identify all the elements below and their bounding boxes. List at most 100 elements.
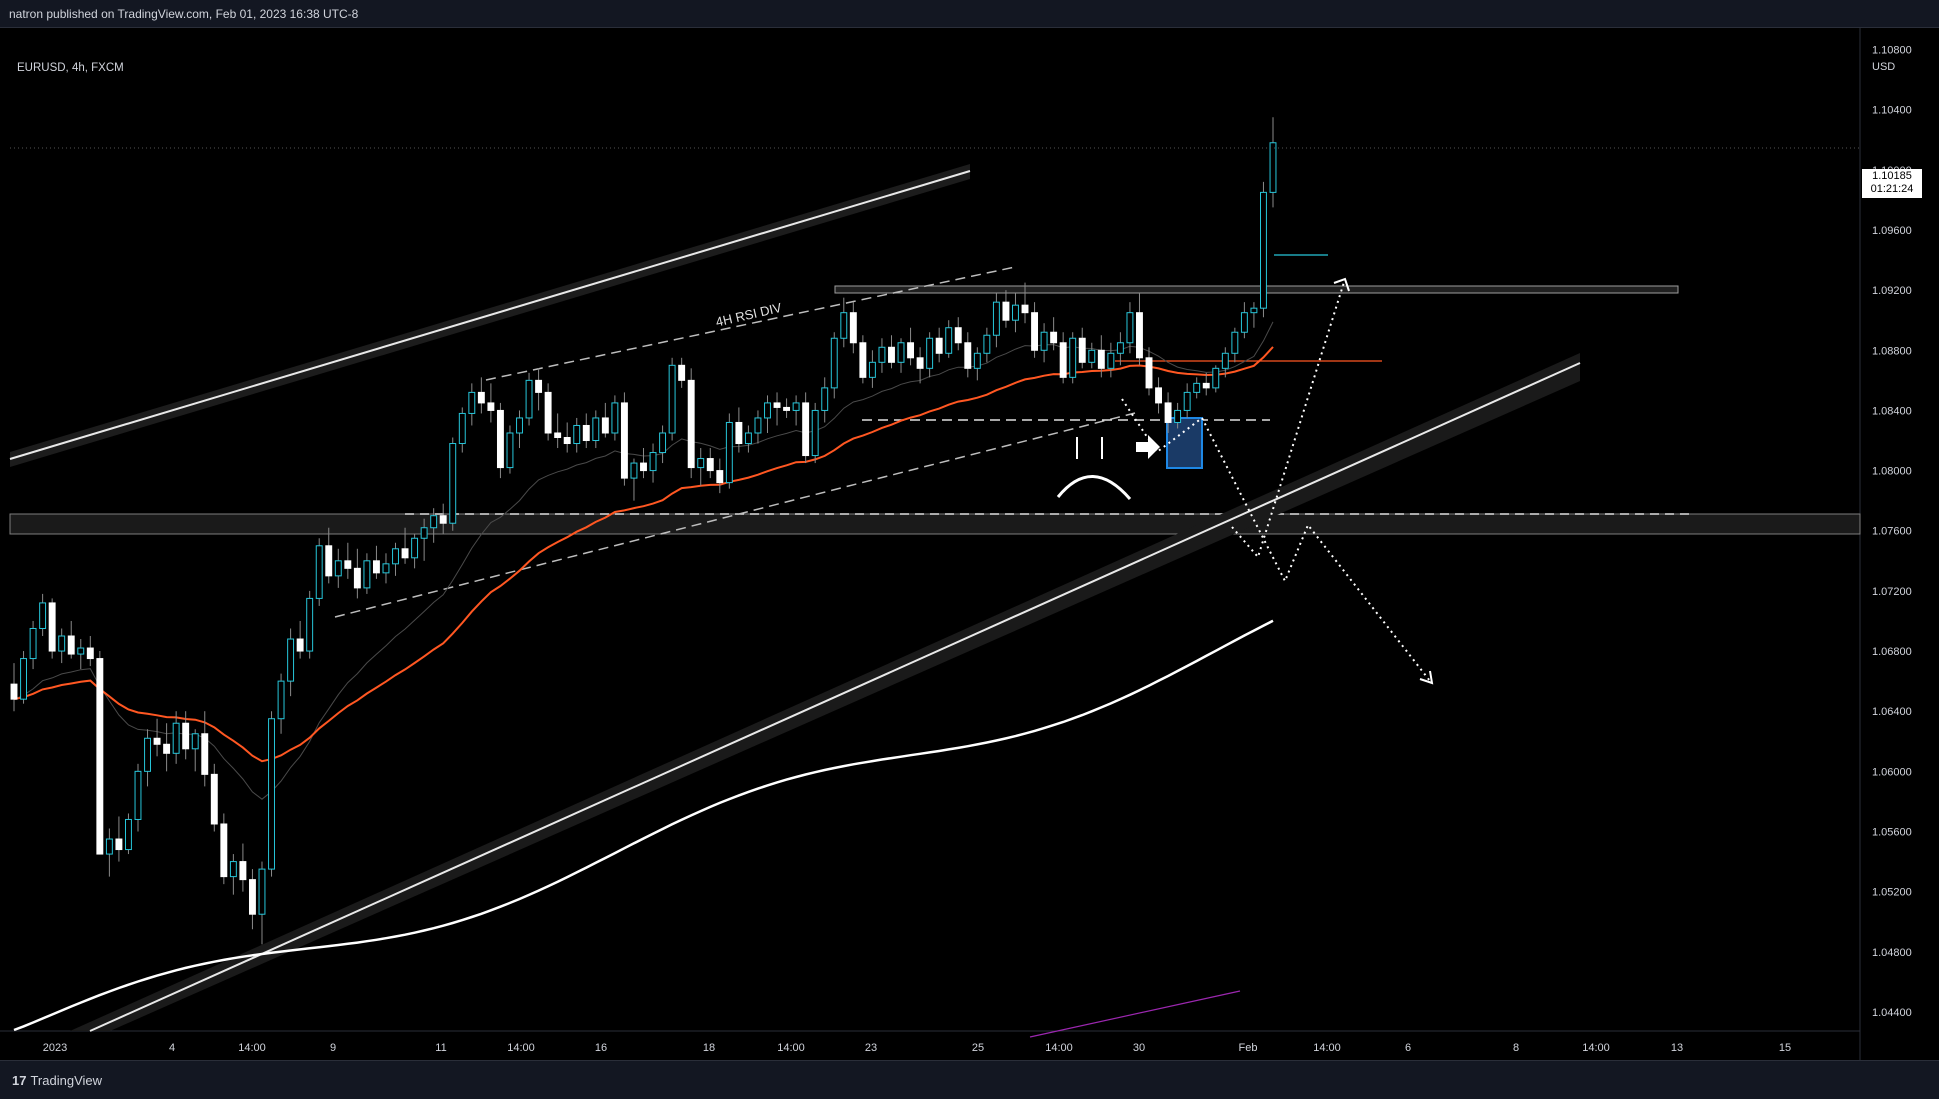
candle-body bbox=[277, 680, 285, 720]
time-tick-label: 14:00 bbox=[507, 1042, 535, 1054]
candle bbox=[392, 542, 399, 576]
candle bbox=[563, 422, 571, 453]
candle-body bbox=[144, 737, 151, 772]
candle bbox=[67, 620, 75, 659]
tradingview-logo-icon: 17 bbox=[12, 1073, 27, 1088]
time-tick-label: 16 bbox=[595, 1042, 607, 1054]
candle-body bbox=[840, 312, 848, 339]
resistance-box[interactable] bbox=[834, 285, 1679, 294]
candle bbox=[697, 448, 705, 486]
candle bbox=[296, 620, 304, 659]
symbol-label[interactable]: EURUSD, 4h, FXCM bbox=[17, 62, 124, 74]
chart-area[interactable]: 4H RSI DIV 1.108001.104001.100001.096001 bbox=[0, 27, 1939, 1060]
candle bbox=[1231, 327, 1239, 363]
candle bbox=[1193, 377, 1201, 399]
candle-body bbox=[1136, 312, 1143, 359]
candle-body bbox=[849, 312, 857, 344]
candle-body bbox=[182, 722, 190, 750]
candle-body bbox=[544, 391, 552, 434]
candle bbox=[468, 383, 476, 426]
candle-body bbox=[20, 658, 27, 700]
entry-box[interactable] bbox=[1166, 417, 1203, 469]
candle-body bbox=[315, 545, 323, 599]
candle bbox=[96, 651, 104, 855]
candle-body bbox=[115, 838, 123, 851]
candle-body bbox=[668, 364, 676, 434]
candle bbox=[888, 335, 895, 369]
candle bbox=[306, 590, 314, 659]
price-tick-label: 1.08400 bbox=[1872, 405, 1912, 417]
candle-body bbox=[296, 638, 304, 652]
candle-body bbox=[344, 560, 352, 569]
candle bbox=[582, 413, 590, 449]
candle bbox=[992, 293, 1000, 348]
candle-body bbox=[830, 337, 838, 389]
candle bbox=[935, 327, 943, 363]
support-zone-band[interactable] bbox=[9, 513, 1861, 535]
right-arrow-icon bbox=[1136, 435, 1160, 459]
candle bbox=[783, 398, 791, 418]
candle bbox=[1250, 302, 1258, 328]
candle bbox=[1078, 327, 1086, 369]
candle-body bbox=[573, 424, 581, 445]
candle-body bbox=[620, 402, 628, 479]
price-tick-label: 1.06000 bbox=[1872, 766, 1912, 778]
candle bbox=[1240, 302, 1248, 339]
moving-averages bbox=[13, 321, 1274, 1032]
tradingview-logo[interactable]: 17 TradingView bbox=[12, 1073, 102, 1088]
candle-body bbox=[334, 560, 342, 577]
candle-body bbox=[697, 458, 705, 469]
candle-body bbox=[353, 567, 361, 589]
candle-body bbox=[1250, 307, 1258, 314]
candle-body bbox=[239, 861, 247, 881]
candle bbox=[1126, 302, 1134, 354]
candle-body bbox=[1164, 402, 1172, 423]
candle-body bbox=[1240, 312, 1248, 333]
candle bbox=[277, 673, 285, 734]
candle-body bbox=[268, 718, 275, 870]
candle-body bbox=[86, 647, 94, 660]
candle-body bbox=[926, 337, 934, 369]
candle-body bbox=[191, 733, 199, 750]
time-tick-label: 2023 bbox=[43, 1042, 67, 1054]
candle-body bbox=[96, 658, 104, 855]
footer: 17 TradingView bbox=[0, 1060, 1939, 1099]
candle-body bbox=[1059, 342, 1067, 378]
candle-body bbox=[220, 823, 228, 878]
candle bbox=[525, 372, 533, 426]
candle bbox=[449, 437, 457, 531]
time-tick-label: 8 bbox=[1513, 1042, 1519, 1054]
candle bbox=[640, 448, 647, 479]
candle bbox=[764, 395, 771, 433]
candle bbox=[172, 711, 180, 764]
time-tick-label: Feb bbox=[1239, 1042, 1258, 1054]
candle bbox=[496, 402, 504, 479]
candle bbox=[659, 425, 667, 464]
time-tick-label: 14:00 bbox=[1582, 1042, 1610, 1054]
candle-body bbox=[659, 432, 667, 454]
candlestick-chart[interactable]: 4H RSI DIV 1.108001.104001.100001.096001 bbox=[0, 27, 1939, 1060]
candle-body bbox=[897, 342, 905, 363]
candle-body bbox=[554, 432, 562, 439]
candle-body bbox=[325, 545, 333, 577]
candle-body bbox=[210, 773, 218, 825]
candle-body bbox=[878, 346, 886, 363]
candle bbox=[124, 813, 132, 855]
candle-body bbox=[535, 379, 543, 393]
candle bbox=[830, 332, 838, 399]
candle bbox=[1155, 377, 1163, 414]
last-price-tag: 1.10185 01:21:24 bbox=[1862, 169, 1922, 198]
candle-body bbox=[563, 437, 571, 445]
candle bbox=[1040, 323, 1048, 363]
candle bbox=[20, 651, 27, 704]
time-tick-label: 15 bbox=[1779, 1042, 1791, 1054]
candle bbox=[945, 320, 953, 358]
candle-body bbox=[77, 647, 85, 655]
candle bbox=[849, 302, 857, 354]
candle bbox=[1145, 347, 1153, 396]
candle bbox=[1202, 372, 1210, 396]
time-axis[interactable]: 2023 4 14:00 9 11 14:00 16 18 14:00 23 25 14:00 30 Fe… bbox=[43, 1042, 1791, 1054]
candle-body bbox=[1193, 382, 1201, 393]
candle-body bbox=[1050, 331, 1058, 344]
candle-body bbox=[640, 462, 647, 472]
